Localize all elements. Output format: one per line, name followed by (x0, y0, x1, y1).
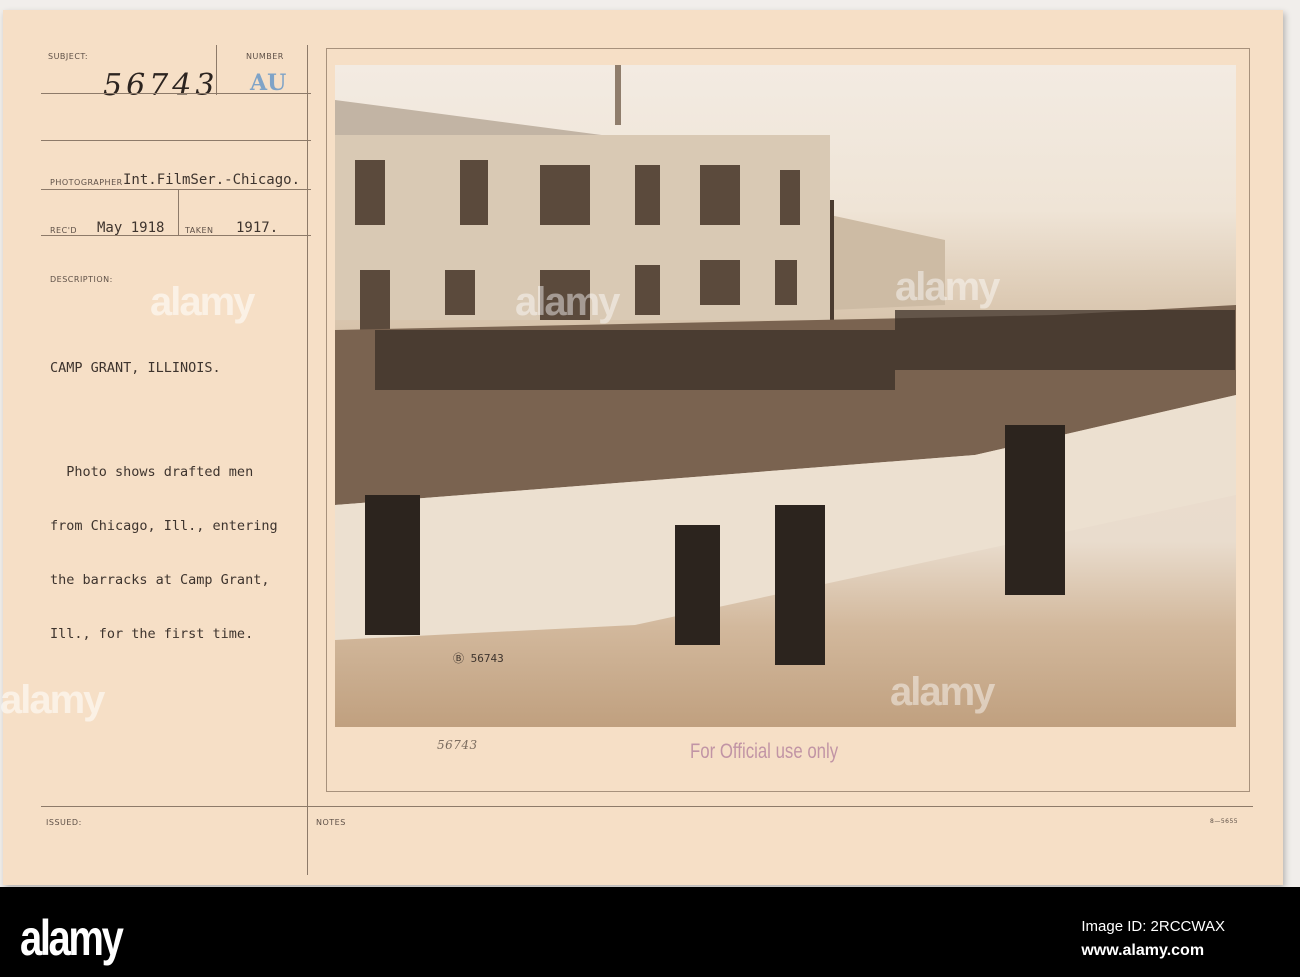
telegraph-pole (830, 200, 834, 330)
recd-label: REC'D (50, 226, 78, 235)
photographer-value: Int.FilmSer.-Chicago. (123, 172, 301, 188)
divider (41, 140, 311, 141)
image-id: Image ID: 2RCCWAX (1081, 918, 1225, 935)
description-label: DESCRIPTION: (50, 275, 113, 284)
issued-label: ISSUED: (46, 818, 82, 827)
taken-value: 1917. (236, 220, 279, 236)
number-label: NUMBER (246, 52, 284, 61)
divider (216, 45, 217, 95)
photo-scene: Ⓑ 56743 (335, 65, 1236, 665)
recd-value: May 1918 (97, 220, 165, 236)
taken-label: TAKEN (185, 226, 214, 235)
description-line: CAMP GRANT, ILLINOIS. (50, 360, 221, 376)
description-line: from Chicago, Ill., entering (50, 518, 278, 534)
description-line: Photo shows drafted men (50, 464, 254, 480)
watermark: alamy (890, 670, 995, 714)
site-url[interactable]: www.alamy.com (1081, 939, 1225, 963)
divider (41, 806, 1253, 807)
description-line: Ill., for the first time. (50, 626, 254, 642)
official-use-stamp: For Official use only (690, 740, 839, 763)
watermark: alamy (0, 678, 105, 722)
form-code: 8—5655 (1210, 818, 1239, 825)
watermark: alamy (895, 265, 1000, 309)
divider (41, 235, 311, 236)
description-text: CAMP GRANT, ILLINOIS. Photo shows drafte… (50, 323, 278, 679)
subject-number: 56743 (103, 68, 219, 103)
photographer-label: PHOTOGRAPHER (50, 178, 123, 187)
divider (41, 189, 311, 190)
stock-banner: alamy Image ID: 2RCCWAX www.alamy.com (0, 887, 1300, 977)
notes-label: NOTES (316, 818, 346, 827)
column-divider (307, 45, 308, 875)
divider (178, 190, 179, 235)
subject-label: SUBJECT: (48, 52, 89, 61)
watermark: alamy (150, 280, 255, 324)
photograph: Ⓑ 56743 alamy alamy alamy (335, 65, 1236, 727)
alamy-logo: alamy (20, 910, 124, 966)
watermark: alamy (515, 280, 620, 324)
negative-number: Ⓑ 56743 (453, 652, 504, 665)
divider (41, 93, 311, 94)
description-line: the barracks at Camp Grant, (50, 572, 270, 588)
handwritten-number: 56743 (437, 738, 478, 752)
